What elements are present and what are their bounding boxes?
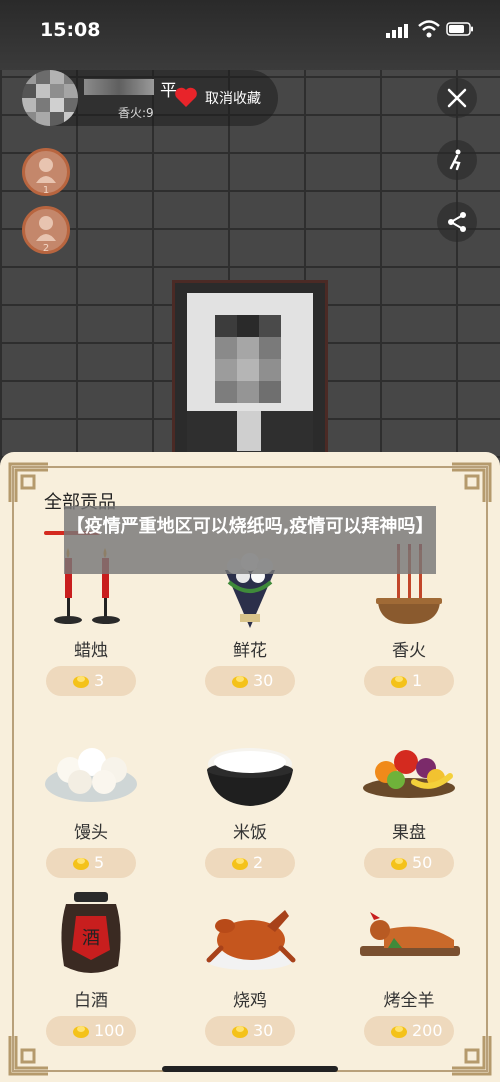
fruit-plate-icon	[363, 750, 455, 798]
steamed-buns-icon	[45, 748, 137, 802]
heart-icon[interactable]	[174, 86, 198, 108]
user-avatar	[22, 70, 78, 126]
ranking-avatar-1[interactable]: 1	[22, 148, 70, 196]
gold-ingot-icon	[73, 858, 89, 870]
price-value: 30	[253, 671, 274, 690]
user-incense-count: 香火:9	[118, 106, 154, 120]
close-icon	[447, 88, 467, 108]
close-button[interactable]	[437, 78, 477, 118]
gold-ingot-icon	[391, 676, 407, 688]
offering-name: 烤全羊	[383, 991, 435, 1011]
roast-chicken-icon	[206, 910, 296, 970]
price-value: 100	[94, 1021, 125, 1040]
roast-lamb-icon	[360, 912, 460, 956]
worship-button[interactable]	[437, 140, 477, 180]
article-headline-overlay: 【疫情严重地区可以烧纸吗,疫情可以拜神吗】	[64, 506, 436, 574]
rank-number: 2	[42, 243, 50, 254]
offering-name: 果盘	[392, 823, 426, 843]
offering-name: 蜡烛	[74, 641, 108, 661]
rank-number: 1	[42, 185, 50, 196]
offering-fruit-plate[interactable]: 果盘 50	[334, 722, 484, 882]
gold-ingot-icon	[232, 858, 248, 870]
price-button[interactable]: 30	[205, 666, 295, 696]
price-value: 1	[412, 671, 423, 690]
price-value: 200	[412, 1021, 443, 1040]
user-info-pill[interactable]: 平 香火:9 取消收藏	[22, 70, 278, 126]
price-button[interactable]: 200	[364, 1016, 454, 1046]
price-value: 50	[412, 853, 433, 872]
offering-name: 白酒	[74, 991, 108, 1011]
price-value: 30	[253, 1021, 274, 1040]
status-bar: 15:08	[0, 0, 500, 56]
liquor-jar-icon: 酒	[61, 892, 121, 973]
gold-ingot-icon	[391, 858, 407, 870]
rice-bowl-icon	[207, 748, 293, 806]
person-icon	[36, 158, 56, 183]
gold-ingot-icon	[232, 1026, 248, 1038]
offering-roast-lamb[interactable]: 烤全羊 200	[334, 890, 484, 1050]
signal-icon	[386, 24, 408, 38]
user-name: 平	[84, 76, 177, 101]
price-button[interactable]: 30	[205, 1016, 295, 1046]
gold-ingot-icon	[232, 676, 248, 688]
memorial-portrait-frame	[172, 280, 328, 470]
person-icon	[36, 216, 56, 241]
offering-steamed-buns[interactable]: 馒头 5	[16, 722, 166, 882]
gold-ingot-icon	[73, 1026, 89, 1038]
offering-name: 鲜花	[233, 641, 267, 661]
share-icon	[448, 212, 466, 232]
price-button[interactable]: 2	[205, 848, 295, 878]
price-button[interactable]: 100	[46, 1016, 136, 1046]
corner-ornament-icon	[452, 462, 492, 502]
offering-liquor[interactable]: 酒 白酒 100	[16, 890, 166, 1050]
price-button[interactable]: 1	[364, 666, 454, 696]
svg-text:酒: 酒	[82, 928, 100, 949]
offering-roast-chicken[interactable]: 烧鸡 30	[175, 890, 325, 1050]
price-value: 2	[253, 853, 264, 872]
battery-icon	[446, 22, 473, 36]
offering-rice[interactable]: 米饭 2	[175, 722, 325, 882]
unfavorite-button[interactable]: 取消收藏	[205, 88, 261, 108]
offering-name: 烧鸡	[233, 991, 267, 1011]
share-button[interactable]	[437, 202, 477, 242]
home-indicator[interactable]	[162, 1066, 338, 1072]
wifi-icon	[418, 20, 440, 38]
price-value: 3	[94, 671, 105, 690]
kneel-icon	[449, 149, 461, 171]
price-button[interactable]: 5	[46, 848, 136, 878]
offering-name: 米饭	[233, 823, 267, 843]
status-time: 15:08	[40, 19, 101, 41]
price-button[interactable]: 3	[46, 666, 136, 696]
price-value: 5	[94, 853, 105, 872]
offering-name: 馒头	[74, 823, 108, 843]
offering-name: 香火	[392, 641, 426, 661]
ranking-avatar-2[interactable]: 2	[22, 206, 70, 254]
gold-ingot-icon	[391, 1026, 407, 1038]
gold-ingot-icon	[73, 676, 89, 688]
memorial-photo	[187, 293, 313, 463]
name-blur	[84, 79, 154, 95]
price-button[interactable]: 50	[364, 848, 454, 878]
